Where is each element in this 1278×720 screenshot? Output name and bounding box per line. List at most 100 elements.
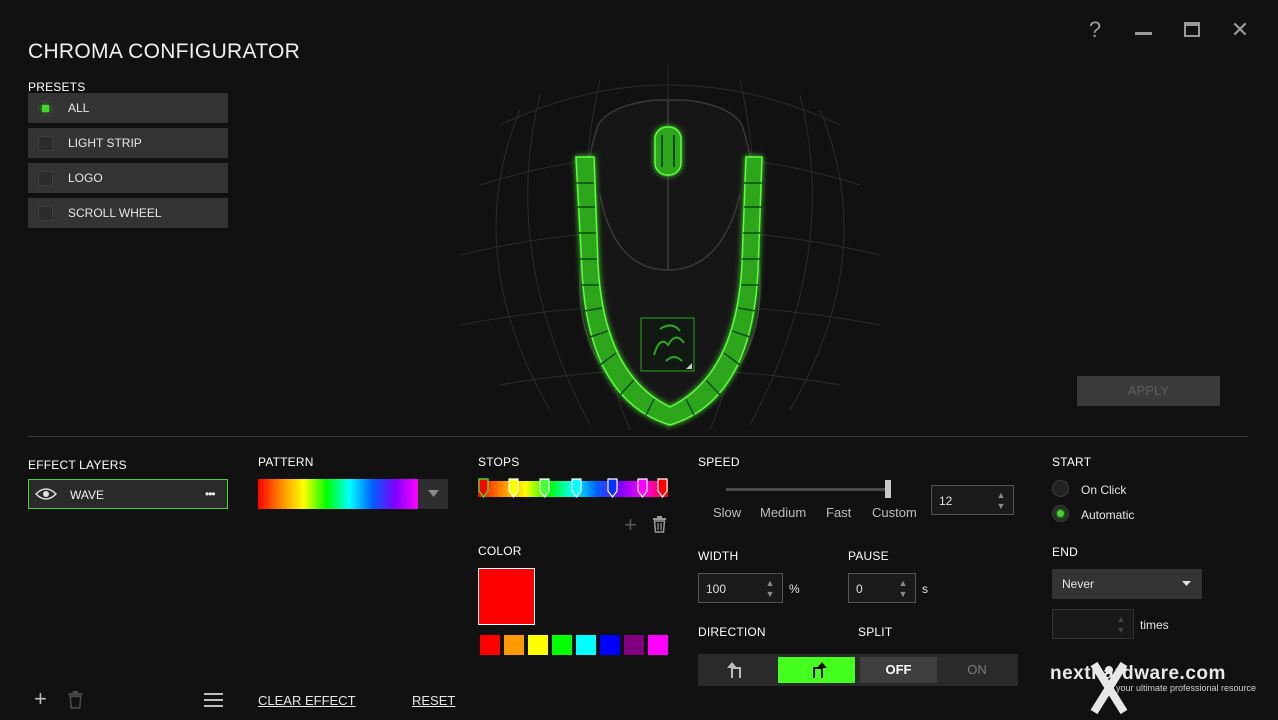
maximize-icon[interactable] [1180,18,1204,42]
mouse-preview [459,65,881,431]
split-off-button[interactable]: OFF [860,657,937,683]
eye-icon[interactable] [35,487,57,501]
stop-handle[interactable] [657,478,668,498]
color-swatch-purple[interactable] [624,635,644,655]
more-options-icon[interactable]: ••• [205,487,216,501]
preset-all-label: ALL [68,101,90,115]
speed-slider-handle[interactable] [885,480,891,498]
width-value: 100 [706,582,727,596]
preset-scroll-wheel[interactable]: SCROLL WHEEL [28,198,228,228]
layer-name: WAVE [70,488,105,502]
color-swatch-green[interactable] [552,635,572,655]
stepper-down-icon[interactable]: ▼ [897,590,909,599]
width-label: WIDTH [698,549,739,563]
stop-handle[interactable] [607,478,618,498]
selected-color[interactable] [478,568,535,625]
pause-unit: s [922,582,928,596]
preset-light-strip-checkbox[interactable] [38,136,53,151]
split-on-button[interactable]: ON [938,656,1016,684]
close-icon[interactable]: ✕ [1228,18,1252,42]
preset-logo-label: LOGO [68,171,103,185]
chevron-down-icon [428,490,439,497]
pause-value: 0 [856,582,863,596]
delete-stop-icon[interactable] [652,516,667,533]
stepper-down-icon[interactable]: ▼ [764,590,776,599]
start-automatic-radio[interactable] [1052,505,1069,522]
color-swatch-cyan[interactable] [576,635,596,655]
color-swatch-blue[interactable] [600,635,620,655]
pause-stepper[interactable]: 0 ▲ ▼ [848,573,916,603]
delete-layer-icon[interactable] [67,691,84,709]
color-label: COLOR [478,544,522,558]
chevron-down-icon [1182,581,1191,586]
stepper-down-icon[interactable]: ▼ [1115,626,1127,635]
color-swatch-yellow[interactable] [528,635,548,655]
stepper-up-icon[interactable]: ▲ [1115,615,1127,624]
pattern-select[interactable] [258,479,448,509]
page-title: CHROMA CONFIGURATOR [28,40,301,63]
split-label: SPLIT [858,625,893,639]
watermark-tagline: your ultimate professional resource [1116,683,1257,693]
presets-label: PRESETS [28,80,86,94]
preset-all[interactable]: ALL [28,93,228,123]
scroll-wheel [654,126,682,176]
help-icon[interactable]: ? [1083,18,1107,42]
color-swatch-red[interactable] [480,635,500,655]
color-swatch-magenta[interactable] [648,635,668,655]
clear-effect-link[interactable]: CLEAR EFFECT [258,693,356,708]
speed-option-custom[interactable]: Custom [872,505,917,520]
pause-label: PAUSE [848,549,889,563]
pattern-gradient [258,479,418,509]
stepper-up-icon[interactable]: ▲ [897,579,909,588]
start-label: START [1052,455,1092,469]
stepper-down-icon[interactable]: ▼ [995,502,1007,511]
logo-zone [640,317,695,372]
preset-logo-checkbox[interactable] [38,171,53,186]
preset-logo[interactable]: LOGO [28,163,228,193]
stop-handle[interactable] [637,478,648,498]
effect-layer-item[interactable]: WAVE ••• [28,479,228,509]
preset-scroll-wheel-label: SCROLL WHEEL [68,206,162,220]
rotate-left-icon [727,662,741,678]
watermark-logo: nexthardware.com your ultimate professio… [1050,660,1270,716]
pattern-dropdown[interactable] [418,479,448,509]
speed-label: SPEED [698,455,740,469]
start-on-click-radio[interactable] [1052,480,1069,497]
speed-stepper[interactable]: 12 ▲ ▼ [931,485,1014,515]
minimize-icon[interactable] [1131,14,1155,38]
speed-option-medium[interactable]: Medium [760,505,806,520]
direction-right-button[interactable] [778,657,855,683]
menu-icon[interactable] [204,693,223,707]
stepper-up-icon[interactable]: ▲ [764,579,776,588]
speed-slider-track[interactable] [726,488,888,491]
direction-left-button[interactable] [700,656,774,684]
preset-light-strip[interactable]: LIGHT STRIP [28,128,228,158]
start-on-click-label: On Click [1081,483,1127,497]
stepper-up-icon[interactable]: ▲ [995,491,1007,500]
speed-option-slow[interactable]: Slow [713,505,741,520]
end-label: END [1052,545,1078,559]
times-stepper[interactable]: ▲ ▼ [1052,609,1134,639]
reset-link[interactable]: RESET [412,693,455,708]
stop-handle[interactable] [508,478,519,498]
end-value: Never [1062,577,1095,591]
add-layer-icon[interactable]: + [34,686,47,712]
preset-all-checkbox[interactable] [38,101,53,116]
section-divider [28,436,1248,437]
color-swatch-orange[interactable] [504,635,524,655]
end-dropdown[interactable]: Never [1052,569,1202,599]
direction-label: DIRECTION [698,625,766,639]
stop-handle[interactable] [539,478,550,498]
add-stop-icon[interactable]: + [624,512,637,538]
stop-handle[interactable] [571,478,582,498]
stop-handle[interactable] [478,478,489,498]
preset-scroll-wheel-checkbox[interactable] [38,206,53,221]
width-stepper[interactable]: 100 ▲ ▼ [698,573,783,603]
width-unit: % [789,582,800,596]
apply-button[interactable]: APPLY [1077,376,1220,406]
times-label: times [1140,618,1169,632]
speed-option-fast[interactable]: Fast [826,505,851,520]
pattern-label: PATTERN [258,455,314,469]
watermark-brand: nexthardware.com [1050,663,1226,684]
rotate-right-icon [812,662,827,678]
